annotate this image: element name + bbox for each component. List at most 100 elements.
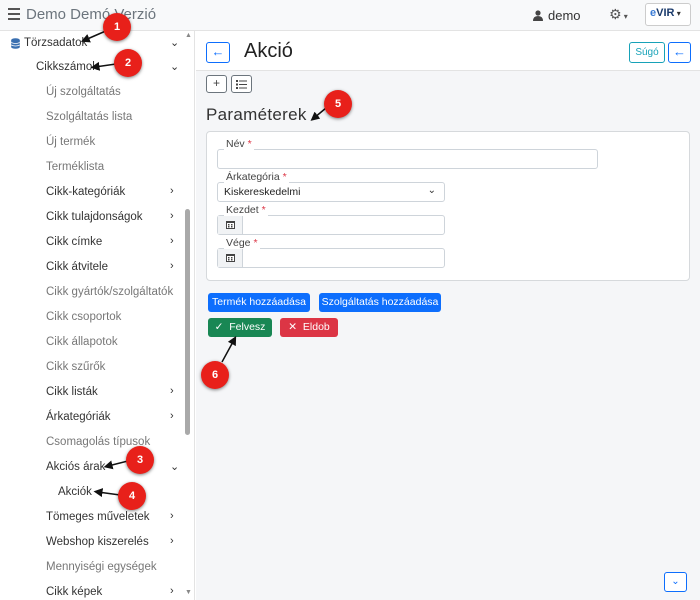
sidebar-item-webshop-kiszereles[interactable]: Webshop kiszerelés ›: [0, 531, 192, 555]
plus-icon: +: [212, 76, 220, 90]
sidebar-item-label: Mennyiségi egységek: [46, 561, 157, 573]
annotation-marker-1: 1: [103, 13, 131, 41]
sidebar-item-termeklista[interactable]: Terméklista: [0, 156, 192, 180]
calendar-icon[interactable]: [218, 249, 243, 267]
chevron-right-icon: ›: [170, 510, 174, 522]
discard-button[interactable]: ✕ Eldob: [280, 318, 338, 337]
chevron-right-icon: ›: [170, 585, 174, 597]
sidebar-item-cikkszamok[interactable]: Cikkszámok ⌄: [0, 56, 192, 80]
start-date-label: Kezdet *: [224, 204, 268, 216]
list-button[interactable]: [231, 75, 252, 93]
sidebar-item-cikk-cimke[interactable]: Cikk címke ›: [0, 231, 192, 255]
annotation-marker-4: 4: [118, 482, 146, 510]
list-icon: [236, 80, 247, 89]
add-product-button[interactable]: Termék hozzáadása: [208, 293, 310, 312]
chevron-right-icon: ›: [170, 185, 174, 197]
price-category-value: Kiskereskedelmi: [224, 186, 301, 198]
parameters-card: Név * Kiskereskedelmi ⌄ Árkategória * Ke…: [206, 131, 690, 281]
chevron-right-icon: ›: [170, 210, 174, 222]
chevron-down-icon: ⌄: [671, 576, 680, 587]
sidebar-item-uj-termek[interactable]: Új termék: [0, 131, 192, 155]
start-date-input[interactable]: [217, 215, 445, 235]
add-service-button[interactable]: Szolgáltatás hozzáadása: [319, 293, 441, 312]
help-button[interactable]: Súgó: [629, 42, 665, 63]
sidebar-item-mennyisegi-egysegek[interactable]: Mennyiségi egységek: [0, 556, 192, 580]
chevron-right-icon: ›: [170, 410, 174, 422]
app-title: Demo Demó Verzió: [26, 6, 157, 23]
save-button[interactable]: ✓ Felvesz: [208, 318, 272, 337]
sidebar-item-cikk-kepek[interactable]: Cikk képek ›: [0, 581, 192, 600]
sidebar-item-label: Webshop kiszerelés: [46, 536, 149, 548]
main-content: ← Akció Súgó ← + Paraméterek Név * Kiske…: [196, 31, 700, 600]
annotation-marker-6: 6: [201, 361, 229, 389]
page-header: ← Akció Súgó ←: [196, 31, 700, 71]
sidebar: Törzsadatok ⌄ Cikkszámok ⌄ Új szolgáltat…: [0, 31, 195, 600]
sidebar-item-cikk-tulajdonsagok[interactable]: Cikk tulajdonságok ›: [0, 206, 192, 230]
sidebar-item-akciok[interactable]: Akciók: [0, 481, 192, 505]
check-icon: ✓: [214, 321, 224, 333]
chevron-right-icon: ›: [170, 235, 174, 247]
name-input[interactable]: [217, 149, 598, 169]
sidebar-item-label: Cikk képek: [46, 586, 103, 598]
sidebar-item-label: Cikk átvitele: [46, 261, 108, 273]
page-title: Akció: [244, 40, 293, 62]
hamburger-menu-icon[interactable]: [8, 8, 20, 22]
database-icon: [11, 38, 20, 49]
sidebar-item-label: Cikk állapotok: [46, 336, 118, 348]
sidebar-item-label: Új termék: [46, 136, 96, 148]
user-icon: [533, 10, 543, 21]
sidebar-item-cikk-csoportok[interactable]: Cikk csoportok: [0, 306, 192, 330]
sidebar-item-cikk-atvitele[interactable]: Cikk átvitele ›: [0, 256, 192, 280]
chevron-right-icon: ›: [170, 260, 174, 272]
sidebar-item-akcios-arak[interactable]: Akciós árak ⌄: [0, 456, 192, 480]
arrow-left-icon: ←: [211, 44, 225, 59]
sidebar-item-label: Terméklista: [46, 161, 105, 173]
price-category-select[interactable]: Kiskereskedelmi ⌄: [217, 182, 445, 202]
sidebar-item-arkategoriak[interactable]: Árkategóriák ›: [0, 406, 192, 430]
price-category-label: Árkategória *: [224, 171, 289, 183]
sidebar-item-csomagolas-tipusok[interactable]: Csomagolás típusok: [0, 431, 192, 455]
user-name: demo: [548, 8, 581, 23]
sidebar-item-cikk-listak[interactable]: Cikk listák ›: [0, 381, 192, 405]
back-button-right[interactable]: ←: [668, 42, 691, 63]
sidebar-item-label: Tömeges műveletek: [46, 511, 150, 523]
close-icon: ✕: [288, 321, 298, 333]
sidebar-item-tomeges-muveletek[interactable]: Tömeges műveletek ›: [0, 506, 192, 530]
annotation-marker-5: 5: [324, 90, 352, 118]
add-button[interactable]: +: [206, 75, 227, 93]
logo-menu-button[interactable]: eVIR ▾: [645, 3, 691, 26]
scrollbar-up-arrow[interactable]: ▲: [185, 32, 192, 39]
settings-menu[interactable]: ⚙ ▾: [609, 6, 628, 23]
arrow-left-icon: ←: [673, 44, 686, 59]
sidebar-item-label: Cikk tulajdonságok: [46, 211, 143, 223]
annotation-marker-2: 2: [114, 49, 142, 77]
sidebar-item-label: Akciós árak: [46, 461, 106, 473]
scrollbar-down-arrow[interactable]: ▼: [185, 589, 192, 596]
chevron-right-icon: ›: [170, 535, 174, 547]
sidebar-item-szolgaltatas-lista[interactable]: Szolgáltatás lista: [0, 106, 192, 130]
section-title: Paraméterek: [206, 105, 307, 124]
calendar-icon[interactable]: [218, 216, 243, 234]
user-menu[interactable]: demo: [533, 8, 581, 23]
annotation-marker-3: 3: [126, 446, 154, 474]
sidebar-item-label: Cikk szűrők: [46, 361, 106, 373]
sidebar-item-cikk-szurok[interactable]: Cikk szűrők: [0, 356, 192, 380]
sidebar-item-label: Új szolgáltatás: [46, 86, 121, 98]
back-button[interactable]: ←: [206, 42, 230, 63]
sidebar-item-label: Cikk-kategóriák: [46, 186, 126, 198]
end-date-input[interactable]: [217, 248, 445, 268]
scroll-to-bottom-button[interactable]: ⌄: [664, 572, 687, 592]
sidebar-item-cikk-kategoriak[interactable]: Cikk-kategóriák ›: [0, 181, 192, 205]
sidebar-item-label: Cikk gyártók/szolgáltatók: [46, 286, 174, 298]
chevron-down-icon: ⌄: [170, 461, 180, 473]
sidebar-item-cikk-allapotok[interactable]: Cikk állapotok: [0, 331, 192, 355]
chevron-right-icon: ›: [170, 385, 174, 397]
sidebar-item-torzsadatok[interactable]: Törzsadatok ⌄: [0, 32, 192, 56]
sidebar-scrollbar-thumb[interactable]: [185, 209, 190, 435]
sidebar-item-uj-szolgaltatas[interactable]: Új szolgáltatás: [0, 81, 192, 105]
sidebar-item-cikk-gyartok[interactable]: Cikk gyártók/szolgáltatók: [0, 281, 192, 305]
name-label: Név *: [224, 138, 254, 150]
sidebar-item-label: Cikkszámok: [36, 61, 98, 73]
logo-text: VIR: [656, 7, 675, 19]
end-date-label: Vége *: [224, 237, 260, 249]
